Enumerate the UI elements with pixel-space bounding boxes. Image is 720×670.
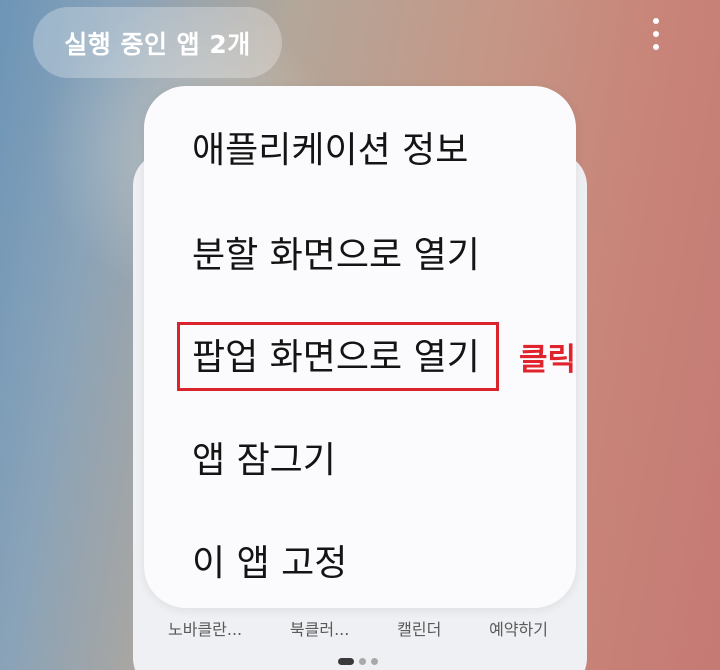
more-dot bbox=[653, 44, 659, 50]
page-dot bbox=[359, 658, 366, 665]
more-options-icon[interactable] bbox=[638, 14, 674, 54]
menu-item-open-split-screen[interactable]: 분할 화면으로 열기 bbox=[192, 234, 480, 278]
shortcut-label: 예약하기 bbox=[489, 620, 548, 639]
app-card-shortcuts: 노바클란... 북클러... 캘린더 예약하기 bbox=[168, 612, 548, 642]
more-dot bbox=[653, 31, 659, 37]
shortcut-label: 북클러... bbox=[289, 620, 350, 639]
menu-item-app-info[interactable]: 애플리케이션 정보 bbox=[192, 129, 468, 173]
menu-item-lock-app[interactable]: 앱 잠그기 bbox=[192, 439, 336, 483]
page-dot bbox=[371, 658, 378, 665]
shortcut-label: 노바클란... bbox=[168, 620, 243, 639]
page-indicator bbox=[338, 658, 378, 665]
shortcut-label: 캘린더 bbox=[397, 620, 442, 639]
highlight-annotation-box bbox=[177, 322, 499, 391]
recent-apps-screen: 실행 중인 앱 2개 노바클란... 북클러... 캘린더 예약하기 애플리케이… bbox=[0, 0, 720, 670]
more-dot bbox=[653, 18, 659, 24]
click-annotation-label: 클릭 bbox=[519, 342, 577, 378]
menu-item-pin-app[interactable]: 이 앱 고정 bbox=[192, 542, 347, 586]
running-apps-button[interactable]: 실행 중인 앱 2개 bbox=[33, 7, 282, 78]
running-apps-label: 실행 중인 앱 2개 bbox=[64, 29, 251, 59]
page-dot-active bbox=[338, 658, 354, 665]
